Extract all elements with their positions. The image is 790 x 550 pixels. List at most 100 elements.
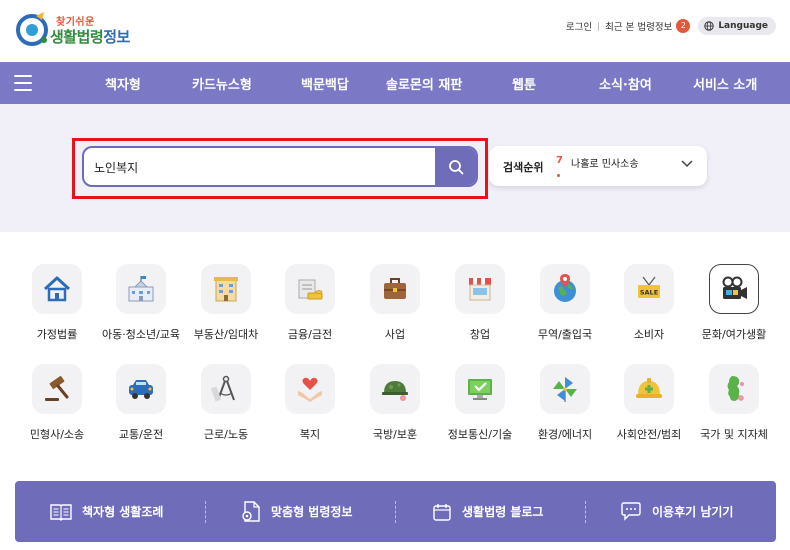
ranking-keyword[interactable]: 나홀로 민사소송 xyxy=(571,155,639,170)
search-button[interactable] xyxy=(435,148,476,185)
category-business[interactable]: 사업 xyxy=(350,264,440,348)
recent-count-badge: 2 xyxy=(676,19,691,33)
search-box xyxy=(82,146,478,187)
quick-links-bar: 책자형 생활조례 맞춤형 법령정보 생활법령 블로그 이용후기 남기기 xyxy=(15,481,776,542)
category-icon-box xyxy=(455,264,505,314)
quick-link-label: 맞춤형 법령정보 xyxy=(271,505,353,519)
quick-link-blog[interactable]: 생활법령 블로그 xyxy=(432,481,543,542)
quick-link-divider xyxy=(585,501,586,523)
nav-item-service[interactable]: 서비스 소개 xyxy=(693,74,757,93)
recent-laws-link[interactable]: 최근 본 법령정보 xyxy=(605,19,672,33)
building-icon xyxy=(214,277,238,302)
category-civil-criminal[interactable]: 민형사/소송 xyxy=(12,364,102,448)
logo-big-text: 생활법령정보 xyxy=(50,26,130,47)
category-trade-immigration[interactable]: 무역/출입국 xyxy=(520,264,610,348)
search-icon xyxy=(448,159,463,174)
top-utility-menu: 로그인 최근 본 법령정보 2 Language xyxy=(566,17,776,35)
category-icon-box: SALE xyxy=(624,264,674,314)
logo-big-part-a: 생활법령 xyxy=(50,28,104,46)
category-icon-box xyxy=(116,364,166,414)
category-public-safety[interactable]: 사회안전/범죄 xyxy=(604,364,694,448)
category-state-local[interactable]: 국가 및 지자체 xyxy=(689,364,779,448)
language-label: Language xyxy=(718,21,768,31)
logo-big-part-b: 정보 xyxy=(103,28,130,46)
document-search-icon xyxy=(242,500,260,522)
category-icon-box xyxy=(540,264,590,314)
quick-link-label: 책자형 생활조례 xyxy=(82,505,164,519)
util-divider xyxy=(598,21,600,31)
ranking-number: 7 xyxy=(556,155,563,166)
briefcase-icon xyxy=(384,278,406,299)
quick-link-divider xyxy=(205,501,206,523)
category-icon-box xyxy=(540,364,590,414)
safety-helmet-icon xyxy=(636,378,662,398)
category-icon-box xyxy=(624,364,674,414)
nav-item-booklet[interactable]: 책자형 xyxy=(105,74,141,93)
nav-item-qna[interactable]: 백문백답 xyxy=(301,74,349,93)
site-logo[interactable]: 찾기쉬운 생활법령정보 xyxy=(14,8,154,48)
category-startup[interactable]: 창업 xyxy=(435,264,525,348)
category-icon-box-active xyxy=(709,264,759,314)
category-labor[interactable]: 근로/노동 xyxy=(181,364,271,448)
category-label: 국가 및 지자체 xyxy=(700,428,768,441)
nav-item-news[interactable]: 소식·참여 xyxy=(599,74,652,93)
korea-map-icon xyxy=(727,376,744,401)
quick-link-label: 이용후기 남기기 xyxy=(652,505,734,519)
category-youth-education[interactable]: 아동·청소년/교육 xyxy=(96,264,186,348)
svg-text:SALE: SALE xyxy=(640,289,658,297)
chevron-down-icon[interactable] xyxy=(681,160,693,168)
category-icon-box xyxy=(116,264,166,314)
compass-icon xyxy=(211,375,235,402)
globe-small-icon xyxy=(704,21,715,31)
main-nav: 책자형 카드뉴스형 백문백답 솔로몬의 재판 웹툰 소식·참여 서비스 소개 xyxy=(0,62,790,104)
globe-icon xyxy=(554,274,576,302)
category-real-estate[interactable]: 부동산/임대차 xyxy=(181,264,271,348)
category-ict[interactable]: 정보통신/기술 xyxy=(435,364,525,448)
ranking-next-dot xyxy=(557,174,560,177)
menu-icon[interactable] xyxy=(14,75,32,91)
category-culture-leisure[interactable]: 문화/여가생활 xyxy=(689,264,779,348)
heart-hands-icon xyxy=(298,377,322,402)
quick-link-divider xyxy=(395,501,396,523)
car-icon xyxy=(129,380,153,399)
calendar-icon xyxy=(433,503,451,521)
school-icon xyxy=(128,276,154,302)
category-environment[interactable]: 환경/에너지 xyxy=(520,364,610,448)
search-ranking[interactable]: 검색순위 7 나홀로 민사소송 xyxy=(489,146,707,186)
category-traffic[interactable]: 교통/운전 xyxy=(96,364,186,448)
book-icon xyxy=(50,503,72,521)
quick-link-booklet-ordinance[interactable]: 책자형 생활조례 xyxy=(50,481,163,542)
category-icon-box xyxy=(285,364,335,414)
category-icon-box xyxy=(32,264,82,314)
monitor-icon xyxy=(468,379,492,400)
category-icon-box xyxy=(285,264,335,314)
category-defense[interactable]: 국방/보훈 xyxy=(350,364,440,448)
login-link[interactable]: 로그인 xyxy=(566,19,592,33)
nav-item-cardnews[interactable]: 카드뉴스형 xyxy=(192,74,252,93)
category-icon-box xyxy=(370,264,420,314)
category-welfare[interactable]: 복지 xyxy=(265,364,355,448)
pinwheel-icon xyxy=(553,377,577,402)
category-icon-box xyxy=(201,264,251,314)
ranking-title: 검색순위 xyxy=(503,161,544,174)
helmet-icon xyxy=(382,381,408,401)
category-family-law[interactable]: 가정법률 xyxy=(12,264,102,348)
category-label: 문화/여가생활 xyxy=(701,328,767,341)
film-camera-icon xyxy=(722,276,747,299)
quick-link-custom-info[interactable]: 맞춤형 법령정보 xyxy=(241,481,352,542)
quick-link-review[interactable]: 이용후기 남기기 xyxy=(620,481,733,542)
logo-mark-icon xyxy=(16,12,48,46)
nav-item-webtoon[interactable]: 웹툰 xyxy=(512,74,536,93)
category-icon-box xyxy=(455,364,505,414)
category-icon-box xyxy=(370,364,420,414)
nav-item-solomon[interactable]: 솔로몬의 재판 xyxy=(386,74,462,93)
money-icon xyxy=(298,279,323,300)
search-input[interactable] xyxy=(94,156,424,178)
category-finance[interactable]: 금융/금전 xyxy=(265,264,355,348)
sale-icon: SALE xyxy=(638,276,660,298)
store-icon xyxy=(469,278,491,301)
language-button[interactable]: Language xyxy=(698,17,776,35)
gavel-icon xyxy=(45,376,69,401)
category-consumer[interactable]: SALE 소비자 xyxy=(604,264,694,348)
site-header: 찾기쉬운 생활법령정보 로그인 최근 본 법령정보 2 Language xyxy=(0,0,790,62)
